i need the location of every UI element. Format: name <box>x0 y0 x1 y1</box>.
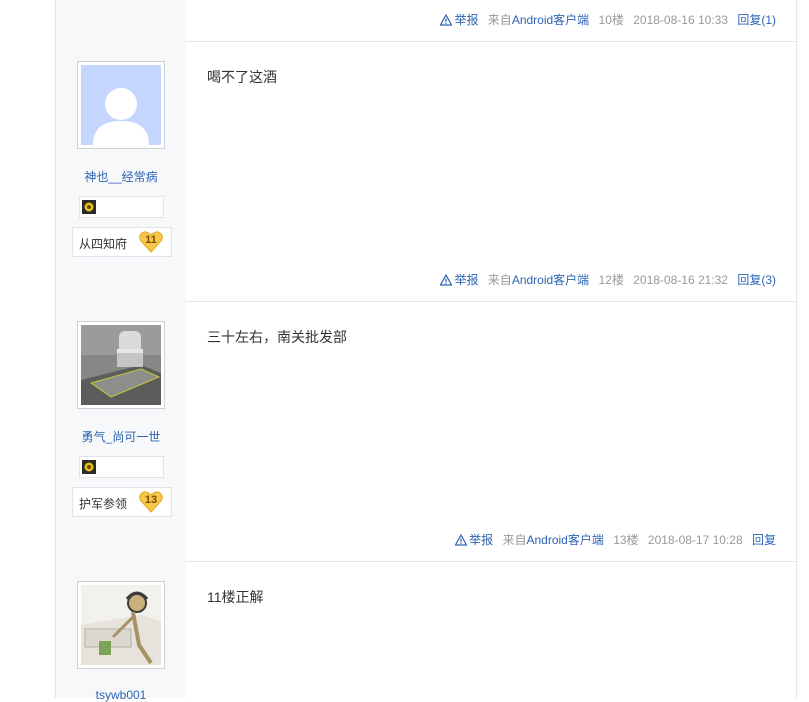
report-link[interactable]: 举报 <box>454 531 494 548</box>
warning-icon <box>454 533 468 546</box>
username-link[interactable]: tsywb001 <box>56 688 186 702</box>
post-source: 来自Android客户端 <box>502 531 603 548</box>
post-floor-13: 勇气_尚可一世 护军参领 13 三十左右，南关批发部 举报 来自Android客… <box>56 301 796 562</box>
report-link[interactable]: 举报 <box>439 271 479 288</box>
user-icon-box <box>79 456 164 478</box>
post-author-sidebar: tsywb001 <box>56 561 186 702</box>
avatar-image <box>81 325 161 405</box>
post-source: 来自Android客户端 <box>488 11 589 28</box>
report-label: 举报 <box>454 273 479 287</box>
warning-icon <box>439 273 453 286</box>
level-number: 11 <box>145 234 157 246</box>
post-content: 喝不了这酒 <box>207 69 277 85</box>
source-client-link[interactable]: Android客户端 <box>512 13 589 27</box>
thread-container: 举报 来自Android客户端 10楼 2018-08-16 10:33 回复(… <box>55 0 797 702</box>
post-author-sidebar: 勇气_尚可一世 护军参领 13 <box>56 301 186 561</box>
post-floor: 12楼 <box>598 273 624 287</box>
post-tail: 举报 来自Android客户端 13楼 2018-08-17 10:28 回复 <box>449 531 776 547</box>
avatar[interactable] <box>77 321 165 409</box>
post-time: 2018-08-17 10:28 <box>647 532 743 547</box>
post-floor-12: 神也__经常病 从四知府 11 喝不了这酒 举报 来自Android客户端 12… <box>56 41 796 302</box>
avatar-image <box>81 585 161 665</box>
level-name: 护军参领 <box>79 497 128 511</box>
reply-link[interactable]: 回复(3) <box>737 271 776 288</box>
user-icon-box <box>79 196 164 218</box>
post-content: 11楼正解 <box>207 589 264 605</box>
post-floor-14: tsywb001 11楼正解 <box>56 561 796 702</box>
post-floor: 10楼 <box>598 13 624 27</box>
medal-icon[interactable] <box>82 460 96 474</box>
post-author-sidebar: 神也__经常病 从四知府 11 <box>56 41 186 301</box>
user-level-badge[interactable]: 护军参领 13 <box>72 487 172 517</box>
post-source: 来自Android客户端 <box>488 271 589 288</box>
level-name: 从四知府 <box>79 237 128 251</box>
level-number: 13 <box>144 494 158 506</box>
post-content: 三十左右，南关批发部 <box>207 329 347 345</box>
post-tail: 举报 来自Android客户端 10楼 2018-08-16 10:33 回复(… <box>434 11 776 27</box>
source-client-link[interactable]: Android客户端 <box>526 533 603 547</box>
report-link[interactable]: 举报 <box>439 11 479 28</box>
report-label: 举报 <box>469 533 494 547</box>
avatar[interactable] <box>77 61 165 149</box>
warning-icon <box>439 13 453 26</box>
post-tail: 举报 来自Android客户端 12楼 2018-08-16 21:32 回复(… <box>434 271 776 287</box>
reply-link[interactable]: 回复 <box>752 531 776 548</box>
report-label: 举报 <box>454 13 479 27</box>
post-time: 2018-08-16 21:32 <box>633 272 728 287</box>
level-heart-icon: 13 <box>139 491 163 513</box>
source-prefix: 来自 <box>502 533 527 547</box>
post-floor-10: 举报 来自Android客户端 10楼 2018-08-16 10:33 回复(… <box>56 0 796 42</box>
level-heart-icon: 11 <box>139 231 163 253</box>
username-link[interactable]: 神也__经常病 <box>56 168 186 185</box>
post-time: 2018-08-16 10:33 <box>633 12 728 27</box>
post-floor: 13楼 <box>613 533 639 547</box>
source-prefix: 来自 <box>487 13 512 27</box>
source-prefix: 来自 <box>487 273 512 287</box>
username-link[interactable]: 勇气_尚可一世 <box>56 428 186 445</box>
source-client-link[interactable]: Android客户端 <box>512 273 589 287</box>
medal-icon[interactable] <box>82 200 96 214</box>
post-author-sidebar <box>56 0 186 41</box>
avatar[interactable] <box>77 581 165 669</box>
user-level-badge[interactable]: 从四知府 11 <box>72 227 172 257</box>
default-avatar-icon <box>81 65 161 145</box>
reply-link[interactable]: 回复(1) <box>737 11 776 28</box>
